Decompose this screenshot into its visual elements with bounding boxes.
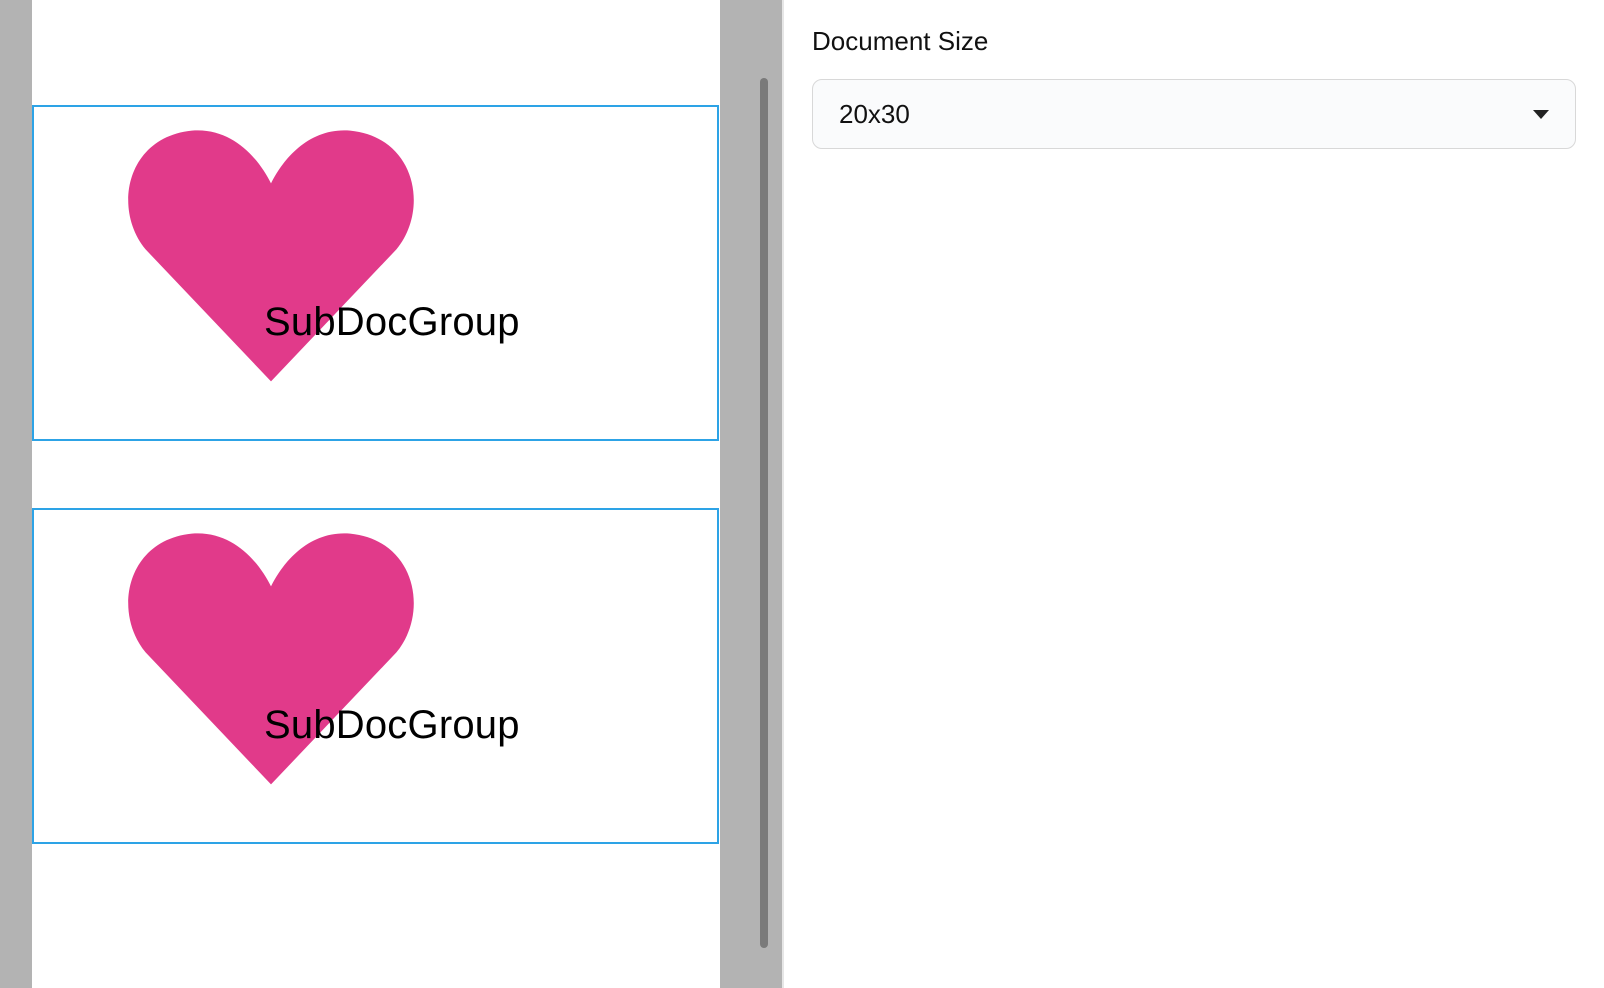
heart-icon: [106, 91, 436, 421]
subdoc-group-1[interactable]: SubDocGroup: [32, 105, 719, 441]
properties-pane: Document Size 20x30: [784, 0, 1604, 988]
canvas-scroll-area[interactable]: SubDocGroup SubDocGroup: [0, 0, 752, 988]
canvas-pane: SubDocGroup SubDocGroup: [0, 0, 782, 988]
subdoc-group-2[interactable]: SubDocGroup: [32, 508, 719, 844]
app-root: SubDocGroup SubDocGroup Document Size 20…: [0, 0, 1604, 988]
heart-icon: [106, 494, 436, 824]
document-size-label: Document Size: [812, 26, 1576, 57]
vertical-scrollbar[interactable]: [760, 78, 768, 948]
document-size-select[interactable]: 20x30: [812, 79, 1576, 149]
vertical-scroll-thumb[interactable]: [760, 78, 768, 948]
subdoc-label: SubDocGroup: [264, 703, 520, 748]
document-size-value: 20x30: [839, 99, 910, 130]
document-canvas[interactable]: SubDocGroup SubDocGroup: [32, 0, 720, 988]
subdoc-label: SubDocGroup: [264, 300, 520, 345]
chevron-down-icon: [1533, 110, 1549, 119]
